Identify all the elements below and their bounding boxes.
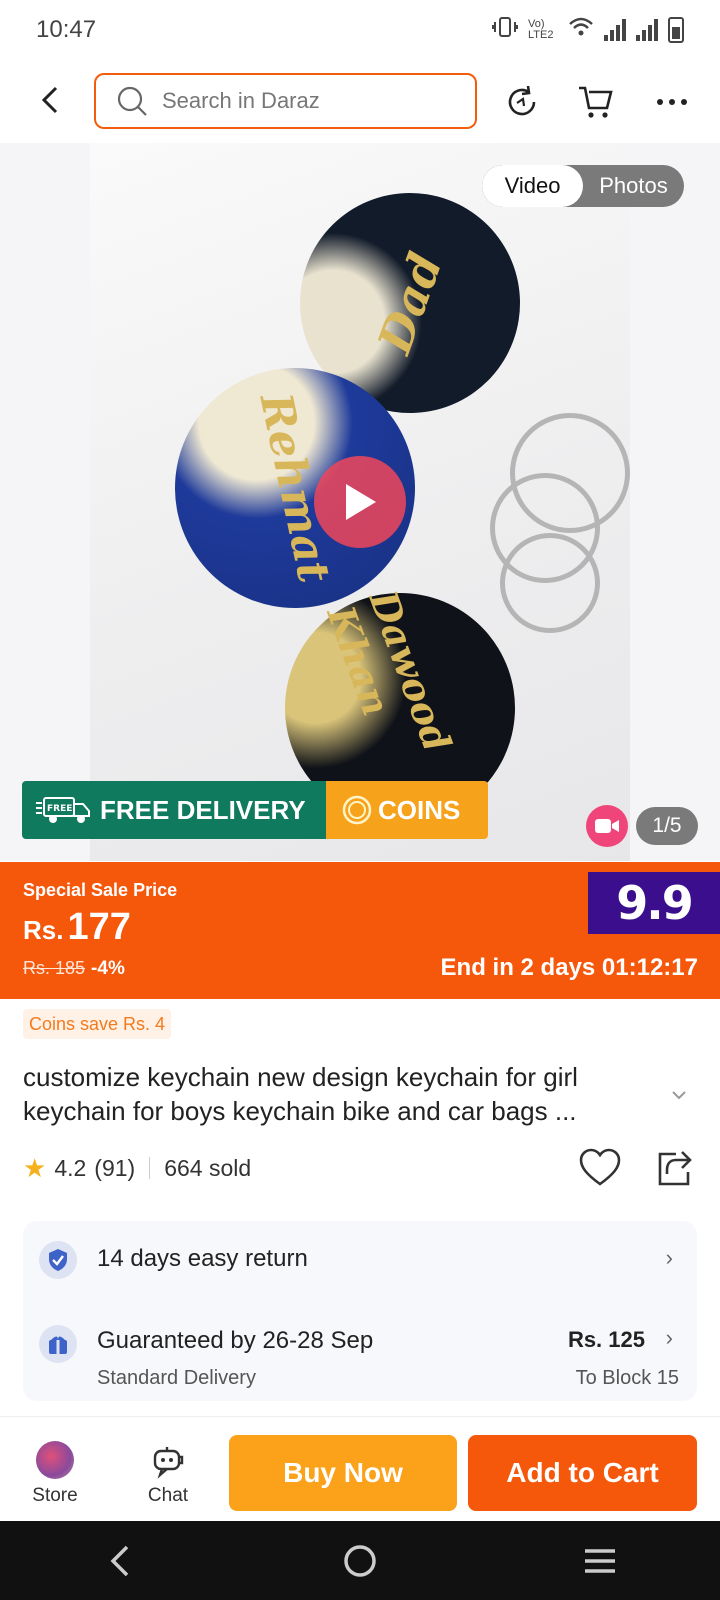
rating-value: 4.2 xyxy=(54,1154,87,1181)
coins-save-badge: Coins save Rs. 4 xyxy=(23,1009,172,1039)
battery-icon xyxy=(668,17,684,43)
discount-badge: -4% xyxy=(91,958,125,979)
delivery-type-text: Standard Delivery xyxy=(97,1367,256,1389)
key-ring xyxy=(500,533,600,633)
sale-label: Special Sale Price xyxy=(23,880,178,900)
delivery-destination: To Block 15 xyxy=(575,1367,679,1389)
review-count: (91) xyxy=(94,1154,136,1181)
store-button[interactable]: Store xyxy=(15,1427,95,1507)
gift-box-icon xyxy=(39,1325,77,1363)
status-bar: 10:47 Vo) LTE2 xyxy=(0,0,720,60)
video-camera-icon xyxy=(595,819,619,833)
tab-video[interactable]: Video xyxy=(482,165,583,207)
service-card: 14 days easy return › Guaranteed by 26-2… xyxy=(23,1221,697,1401)
signal-icon-1 xyxy=(604,19,626,41)
tab-photos[interactable]: Photos xyxy=(583,165,684,207)
wifi-icon xyxy=(568,16,594,44)
back-arrow-icon xyxy=(41,86,58,114)
nav-back-button[interactable] xyxy=(80,1531,160,1591)
wishlist-heart-icon[interactable] xyxy=(578,1146,622,1190)
buy-now-button[interactable]: Buy Now xyxy=(229,1435,457,1511)
expand-title-chevron-icon[interactable] xyxy=(668,1084,690,1106)
vibrate-icon xyxy=(492,16,518,44)
network-label: Vo) LTE2 xyxy=(528,18,554,41)
store-label: Store xyxy=(32,1485,78,1506)
price-currency: Rs. xyxy=(23,915,64,945)
coin-icon xyxy=(342,795,372,825)
video-indicator[interactable] xyxy=(586,805,628,847)
delivery-guarantee-text: Guaranteed by 26-28 Sep xyxy=(97,1327,374,1354)
add-to-cart-button[interactable]: Add to Cart xyxy=(468,1435,697,1511)
delivery-banner: FREE FREE DELIVERY COINS xyxy=(22,781,488,839)
cart-icon xyxy=(579,86,613,118)
media-toggle: Video Photos xyxy=(482,165,684,207)
shield-icon xyxy=(39,1241,77,1279)
status-icons: Vo) LTE2 xyxy=(492,16,684,44)
delivery-row[interactable]: Guaranteed by 26-28 Sep Standard Deliver… xyxy=(23,1301,697,1401)
chat-bot-icon xyxy=(153,1447,184,1479)
sold-count: 664 sold xyxy=(164,1154,252,1181)
image-counter: 1/5 xyxy=(636,807,698,845)
play-icon xyxy=(346,484,376,520)
search-placeholder: Search in Daraz xyxy=(162,88,320,113)
free-delivery-text: FREE DELIVERY xyxy=(100,794,306,825)
event-badge: 9.9 xyxy=(588,872,720,934)
nav-home-icon xyxy=(344,1544,376,1577)
coins-badge: COINS xyxy=(326,781,488,839)
delivery-truck-icon: FREE xyxy=(36,797,90,823)
product-gallery[interactable]: Dad Rehmat Dawood Khan Video Photos FREE… xyxy=(0,143,720,861)
cart-button[interactable] xyxy=(574,80,618,124)
rating-row[interactable]: ★ 4.2 (91) 664 sold xyxy=(23,1150,251,1186)
return-policy-text: 14 days easy return xyxy=(97,1245,308,1272)
delivery-fee: Rs. 125 xyxy=(567,1327,645,1352)
nav-recents-button[interactable] xyxy=(560,1531,640,1591)
chat-button[interactable]: Chat xyxy=(128,1427,208,1507)
back-button[interactable] xyxy=(30,78,70,122)
chevron-right-icon: › xyxy=(665,1245,673,1270)
system-nav-bar xyxy=(0,1521,720,1600)
star-icon: ★ xyxy=(23,1152,47,1183)
top-header: Search in Daraz xyxy=(0,60,720,142)
history-button[interactable] xyxy=(500,80,544,124)
coins-text: COINS xyxy=(378,794,461,825)
title-line-2: keychain for boys keychain bike and car … xyxy=(23,1096,577,1126)
refresh-icon xyxy=(508,85,536,116)
store-avatar xyxy=(36,1441,74,1479)
signal-icon-2 xyxy=(636,19,658,41)
chevron-right-icon: › xyxy=(665,1325,673,1350)
nav-back-icon xyxy=(110,1545,129,1576)
search-input[interactable]: Search in Daraz xyxy=(94,73,477,129)
product-title[interactable]: customize keychain new design keychain f… xyxy=(23,1060,663,1128)
more-dots-icon xyxy=(657,99,687,105)
search-icon xyxy=(117,86,147,116)
divider xyxy=(149,1157,151,1179)
status-time: 10:47 xyxy=(36,16,97,43)
sale-countdown: End in 2 days 01:12:17 xyxy=(440,954,698,981)
share-icon[interactable] xyxy=(652,1146,696,1190)
price-banner: Special Sale Price Rs. 177 Rs. 185 -4% 9.9… xyxy=(0,862,720,999)
nav-home-button[interactable] xyxy=(320,1531,400,1591)
free-delivery-badge: FREE FREE DELIVERY xyxy=(22,781,326,839)
current-price: Rs. 177 xyxy=(23,906,131,949)
bottom-action-bar: Store Chat Buy Now Add to Cart xyxy=(0,1416,720,1521)
tag-text: Dad xyxy=(367,245,453,361)
play-video-button[interactable] xyxy=(314,456,406,548)
original-price: Rs. 185 -4% xyxy=(23,958,125,980)
old-price-value: Rs. 185 xyxy=(23,958,86,978)
nav-menu-icon xyxy=(585,1548,615,1573)
title-line-1: customize keychain new design keychain f… xyxy=(23,1062,578,1092)
return-policy-row[interactable]: 14 days easy return › xyxy=(23,1221,697,1301)
more-button[interactable] xyxy=(650,80,694,124)
chat-label: Chat xyxy=(147,1485,189,1506)
free-badge-text: FREE xyxy=(47,804,72,814)
price-amount: 177 xyxy=(67,906,131,948)
